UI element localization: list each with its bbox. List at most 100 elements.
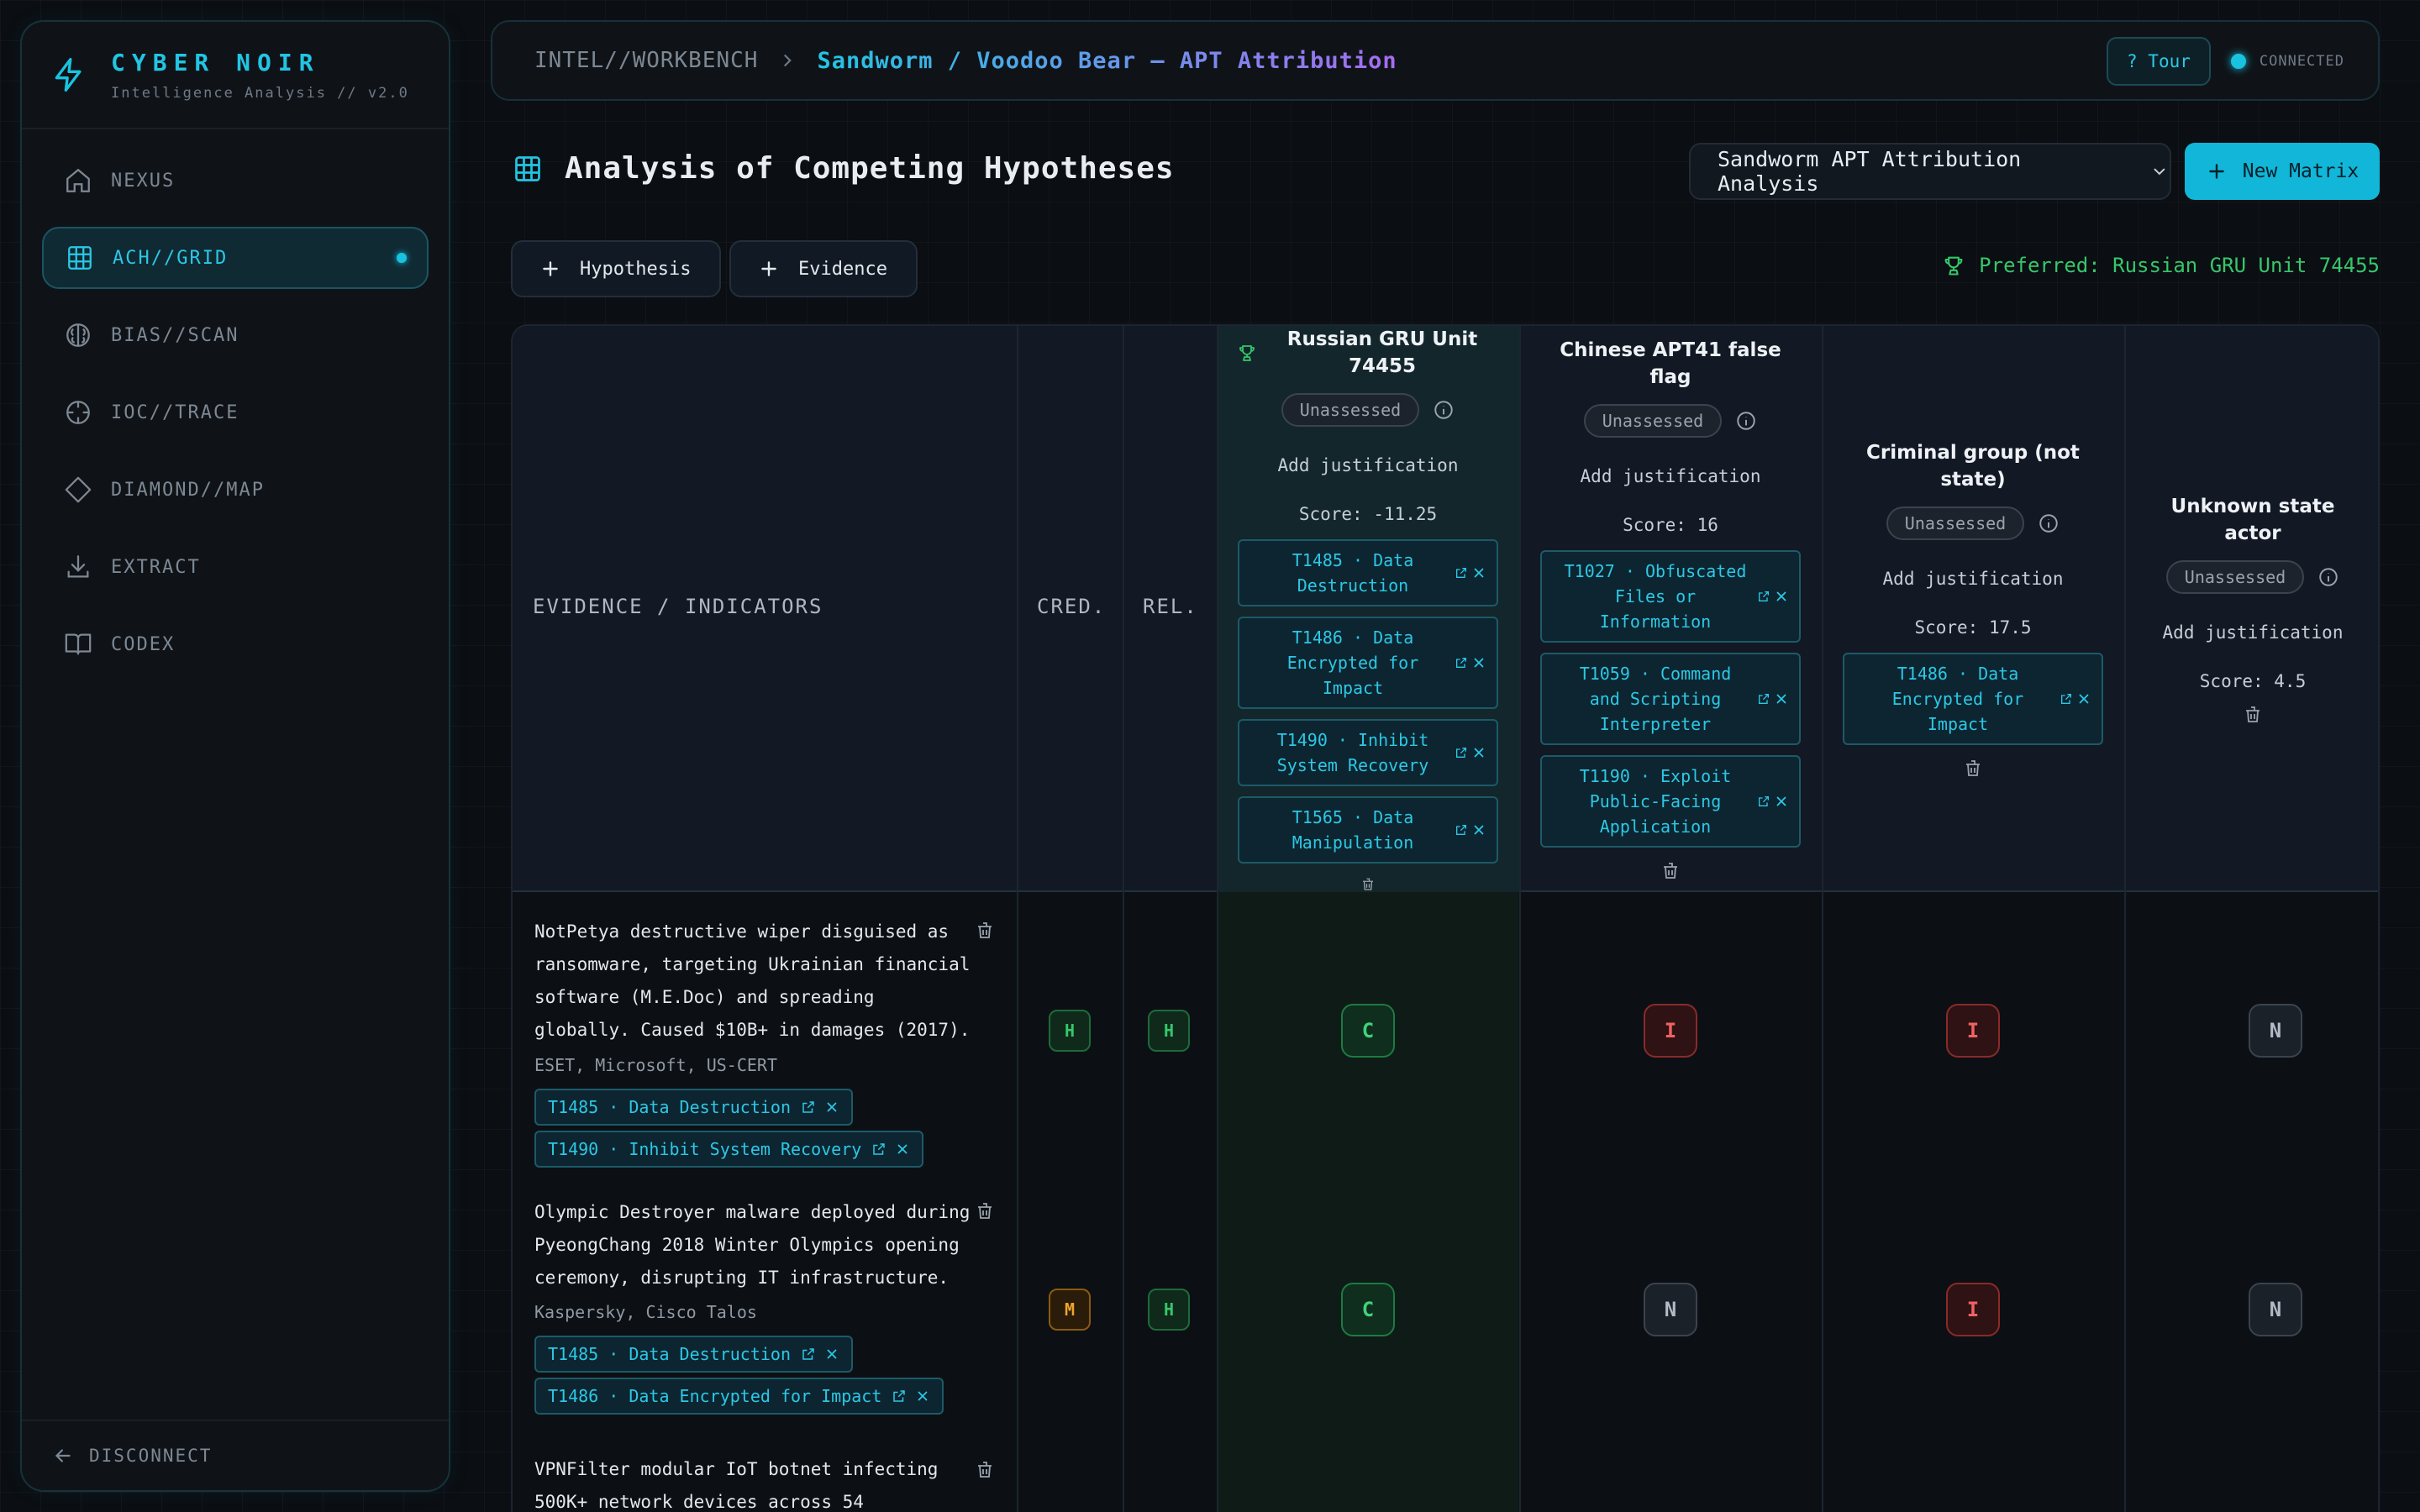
info-icon[interactable] — [2317, 566, 2339, 588]
technique-tag[interactable]: T1059 · Command and Scripting Interprete… — [1540, 653, 1801, 745]
sidebar-item-ach-grid[interactable]: ACH//GRID — [42, 227, 429, 289]
external-link-icon[interactable] — [801, 1347, 816, 1362]
sidebar-item-diamond-map[interactable]: DIAMOND//MAP — [42, 459, 429, 521]
add-justification[interactable]: Add justification — [2163, 622, 2344, 643]
close-icon[interactable] — [895, 1142, 910, 1157]
technique-tag[interactable]: T1485 · Data Destruction — [534, 1089, 853, 1126]
evidence-source: ESET, Microsoft, US-CERT — [534, 1055, 777, 1075]
sidebar-item-label: DIAMOND//MAP — [111, 479, 265, 501]
breadcrumb-root[interactable]: INTEL//WORKBENCH — [534, 48, 758, 73]
tag-label: T1027 · Obfuscated Files or Information — [1564, 561, 1747, 632]
trash-icon[interactable] — [2243, 705, 2263, 725]
external-link-icon[interactable] — [1455, 823, 1468, 837]
add-justification[interactable]: Add justification — [1883, 569, 2064, 589]
close-icon[interactable] — [1774, 794, 1789, 809]
relevance-badge[interactable]: H — [1148, 1289, 1190, 1331]
close-icon[interactable] — [1471, 655, 1486, 670]
technique-tag[interactable]: T1486 · Data Encrypted for Impact — [534, 1378, 944, 1415]
trash-icon[interactable] — [1660, 861, 1681, 881]
status-dot — [2230, 54, 2246, 69]
status-badge[interactable]: Unassessed — [2165, 560, 2305, 594]
add-justification[interactable]: Add justification — [1278, 455, 1459, 475]
technique-tag[interactable]: T1486 · Data Encrypted for Impact — [1843, 653, 2103, 745]
close-icon[interactable] — [1471, 565, 1486, 580]
consistency-rating[interactable]: C — [1341, 1283, 1395, 1336]
info-icon[interactable] — [1735, 410, 1757, 432]
external-link-icon[interactable] — [2060, 692, 2073, 706]
add-evidence-button[interactable]: Evidence — [729, 240, 918, 297]
status-badge[interactable]: Unassessed — [1281, 393, 1420, 427]
trash-icon[interactable] — [1963, 759, 1983, 779]
sidebar-item-ioc-trace[interactable]: IOC//TRACE — [42, 381, 429, 444]
close-icon[interactable] — [1774, 691, 1789, 706]
evidence-column-header: EVIDENCE / INDICATORS — [533, 595, 823, 618]
hypothesis-name[interactable]: Unknown state actor — [2124, 493, 2378, 547]
breadcrumb-current: Sandworm / Voodoo Bear — APT Attribution — [817, 47, 1397, 74]
technique-tag[interactable]: T1485 · Data Destruction — [534, 1336, 853, 1373]
close-icon[interactable] — [1471, 745, 1486, 760]
consistency-rating[interactable]: C — [1341, 1004, 1395, 1058]
external-link-icon[interactable] — [871, 1142, 886, 1157]
sidebar-item-bias-scan[interactable]: BIAS//SCAN — [42, 304, 429, 366]
external-link-icon[interactable] — [801, 1100, 816, 1115]
sidebar-item-extract[interactable]: EXTRACT — [42, 536, 429, 598]
close-icon[interactable] — [1471, 822, 1486, 837]
matrix-select[interactable]: Sandworm APT Attribution Analysis — [1689, 143, 2171, 200]
technique-tag[interactable]: T1027 · Obfuscated Files or Information — [1540, 550, 1801, 643]
tour-button[interactable]: ? Tour — [2107, 37, 2211, 86]
hypothesis-name[interactable]: Russian GRU Unit 74455 — [1217, 326, 1519, 380]
external-link-icon[interactable] — [1455, 566, 1468, 580]
technique-tag[interactable]: T1565 · Data Manipulation — [1238, 796, 1498, 864]
plus-icon — [543, 261, 558, 276]
new-matrix-button[interactable]: New Matrix — [2185, 143, 2380, 200]
credibility-badge[interactable]: M — [1049, 1289, 1091, 1331]
technique-tag[interactable]: T1486 · Data Encrypted for Impact — [1238, 617, 1498, 709]
consistency-rating[interactable]: N — [1644, 1283, 1697, 1336]
add-hypothesis-button[interactable]: Hypothesis — [511, 240, 722, 297]
consistency-rating[interactable]: I — [1946, 1283, 2000, 1336]
close-icon[interactable] — [915, 1389, 930, 1404]
disconnect-button[interactable]: DISCONNECT — [22, 1420, 449, 1490]
relevance-badge[interactable]: H — [1148, 1010, 1190, 1052]
trash-icon[interactable] — [975, 1201, 995, 1221]
add-justification[interactable]: Add justification — [1581, 466, 1761, 486]
matrix-header: Russian GRU Unit 74455 Unassessed Add ju… — [513, 326, 2378, 892]
trophy-icon — [1239, 345, 1255, 361]
sidebar-item-nexus[interactable]: NEXUS — [42, 150, 429, 212]
evidence-text[interactable]: NotPetya destructive wiper disguised as … — [534, 916, 971, 1047]
close-icon[interactable] — [2076, 691, 2091, 706]
close-icon[interactable] — [824, 1100, 839, 1115]
trash-icon[interactable] — [975, 921, 995, 941]
sidebar-item-codex[interactable]: CODEX — [42, 613, 429, 675]
external-link-icon[interactable] — [892, 1389, 907, 1404]
trophy-icon — [1944, 256, 1963, 276]
info-icon[interactable] — [2038, 512, 2060, 534]
close-icon[interactable] — [1774, 589, 1789, 604]
consistency-rating[interactable]: I — [1946, 1004, 2000, 1058]
download-icon — [67, 555, 89, 578]
trash-icon[interactable] — [1358, 877, 1378, 892]
external-link-icon[interactable] — [1455, 746, 1468, 759]
external-link-icon[interactable] — [1757, 590, 1770, 603]
technique-tag[interactable]: T1190 · Exploit Public-Facing Applicatio… — [1540, 755, 1801, 848]
status-badge[interactable]: Unassessed — [1583, 404, 1723, 438]
consistency-rating[interactable]: N — [2249, 1283, 2302, 1336]
external-link-icon[interactable] — [1757, 692, 1770, 706]
hypothesis-name[interactable]: Chinese APT41 false flag — [1519, 337, 1822, 391]
consistency-rating[interactable]: N — [2249, 1004, 2302, 1058]
external-link-icon[interactable] — [1757, 795, 1770, 808]
credibility-badge[interactable]: H — [1049, 1010, 1091, 1052]
close-icon[interactable] — [824, 1347, 839, 1362]
hypothesis-column: Chinese APT41 false flag Unassessed Add … — [1519, 326, 1822, 892]
evidence-text[interactable]: VPNFilter modular IoT botnet infecting 5… — [534, 1453, 971, 1512]
consistency-rating[interactable]: I — [1644, 1004, 1697, 1058]
technique-tag[interactable]: T1485 · Data Destruction — [1238, 539, 1498, 606]
technique-tag[interactable]: T1490 · Inhibit System Recovery — [1238, 719, 1498, 786]
status-badge[interactable]: Unassessed — [1886, 507, 2025, 540]
trash-icon[interactable] — [975, 1460, 995, 1480]
evidence-text[interactable]: Olympic Destroyer malware deployed durin… — [534, 1196, 971, 1294]
technique-tag[interactable]: T1490 · Inhibit System Recovery — [534, 1131, 924, 1168]
external-link-icon[interactable] — [1455, 656, 1468, 669]
info-icon[interactable] — [1433, 399, 1455, 421]
hypothesis-name[interactable]: Criminal group (not state) — [1822, 439, 2124, 493]
